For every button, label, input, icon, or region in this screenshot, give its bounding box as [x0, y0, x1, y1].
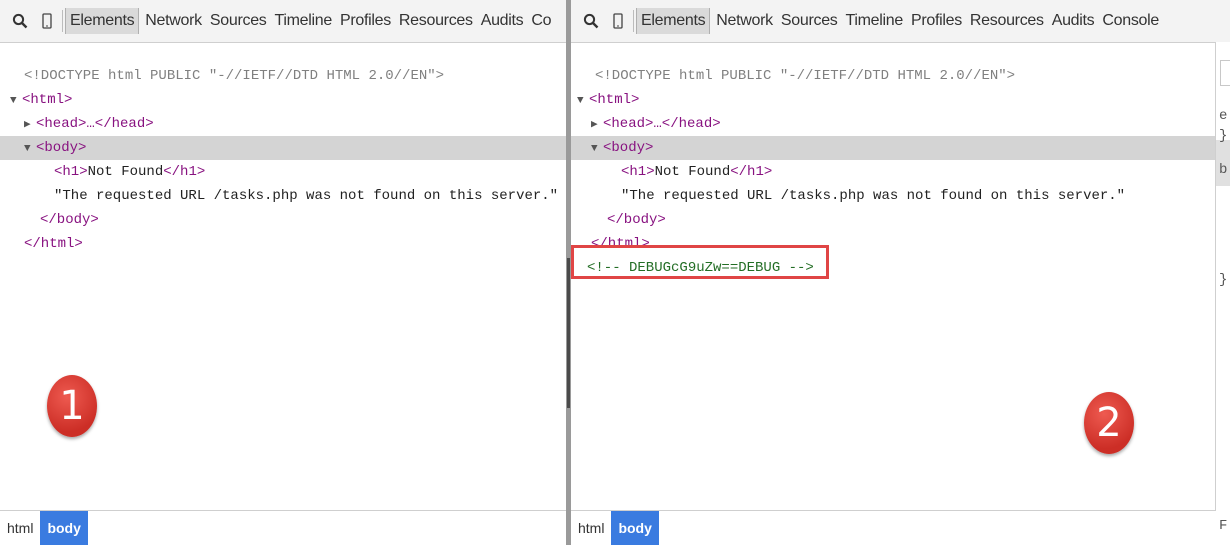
tab-audits[interactable]: Audits	[477, 8, 528, 34]
body-open-tag: <body>	[603, 140, 654, 156]
tab-sources[interactable]: Sources	[777, 8, 842, 34]
styles-text: F	[1219, 518, 1228, 534]
html-close-node[interactable]: </html>	[0, 232, 566, 256]
toolbar: Elements Network Sources Timeline Profil…	[0, 0, 566, 43]
h1-node[interactable]: <h1>Not Found</h1>	[571, 160, 1216, 184]
breadcrumb-body[interactable]: body	[40, 511, 88, 545]
html-node[interactable]: ▼ <html>	[0, 88, 566, 112]
h1-open-tag: <h1>	[54, 164, 88, 180]
head-node[interactable]: ▶ <head>…</head>	[571, 112, 1216, 136]
doctype-text: <!DOCTYPE html PUBLIC "-//IETF//DTD HTML…	[24, 68, 445, 84]
collapsed-triangle-icon[interactable]: ▶	[591, 113, 603, 137]
tab-profiles[interactable]: Profiles	[336, 8, 395, 34]
body-close-tag: </body>	[607, 212, 666, 228]
breadcrumb-html[interactable]: html	[0, 511, 40, 545]
h1-close-tag: </h1>	[730, 164, 773, 180]
collapsed-triangle-icon[interactable]: ▶	[24, 113, 36, 137]
expanded-triangle-icon[interactable]: ▼	[577, 89, 589, 113]
styles-text: b	[1219, 162, 1228, 178]
breadcrumb-bar: html body	[571, 510, 1216, 545]
toolbar: Elements Network Sources Timeline Profil…	[571, 0, 1230, 43]
body-node-selected[interactable]: ▼ <body>	[0, 136, 566, 160]
tab-elements[interactable]: Elements	[65, 8, 140, 34]
tab-network[interactable]: Network	[712, 8, 777, 34]
expanded-triangle-icon[interactable]: ▼	[24, 137, 36, 161]
breadcrumb-body[interactable]: body	[611, 511, 659, 545]
doctype-node[interactable]: <!DOCTYPE html PUBLIC "-//IETF//DTD HTML…	[571, 64, 1216, 88]
devtools-panel-2: Elements Network Sources Timeline Profil…	[571, 0, 1230, 545]
tab-network[interactable]: Network	[141, 8, 206, 34]
tab-bar: Elements Network Sources Timeline Profil…	[63, 0, 555, 42]
doctype-text: <!DOCTYPE html PUBLIC "-//IETF//DTD HTML…	[595, 68, 1016, 84]
expanded-triangle-icon[interactable]: ▼	[10, 89, 22, 113]
styles-filter-box[interactable]	[1220, 60, 1230, 86]
expanded-triangle-icon[interactable]: ▼	[591, 137, 603, 161]
h1-close-tag: </h1>	[163, 164, 206, 180]
text-node[interactable]: "The requested URL /tasks.php was not fo…	[571, 184, 1216, 208]
not-found-text: "The requested URL /tasks.php was not fo…	[54, 188, 559, 204]
html-open-tag: <html>	[589, 92, 640, 108]
device-mode-icon[interactable]	[42, 13, 52, 29]
tab-elements[interactable]: Elements	[636, 8, 711, 34]
html-open-tag: <html>	[22, 92, 73, 108]
tab-timeline[interactable]: Timeline	[271, 8, 336, 34]
html-close-tag: </html>	[24, 236, 83, 252]
h1-text: Not Found	[87, 164, 164, 180]
device-mode-icon[interactable]	[613, 13, 623, 29]
breadcrumb-bar: html body	[0, 510, 566, 545]
body-close-node[interactable]: </body>	[571, 208, 1216, 232]
tab-resources[interactable]: Resources	[966, 8, 1048, 34]
styles-text: }	[1219, 128, 1228, 144]
step-badge-1: 1	[47, 375, 97, 437]
body-close-node[interactable]: </body>	[0, 208, 566, 232]
tab-timeline[interactable]: Timeline	[842, 8, 907, 34]
search-icon[interactable]	[12, 13, 28, 29]
doctype-node[interactable]: <!DOCTYPE html PUBLIC "-//IETF//DTD HTML…	[0, 64, 566, 88]
styles-text: }	[1219, 272, 1228, 288]
body-open-tag: <body>	[36, 140, 87, 156]
not-found-text: "The requested URL /tasks.php was not fo…	[621, 188, 1126, 204]
tab-profiles[interactable]: Profiles	[907, 8, 966, 34]
h1-node[interactable]: <h1>Not Found</h1>	[0, 160, 566, 184]
divider-grip	[567, 258, 570, 408]
h1-text: Not Found	[654, 164, 731, 180]
html-node[interactable]: ▼ <html>	[571, 88, 1216, 112]
body-close-tag: </body>	[40, 212, 99, 228]
devtools-panel-1: Elements Network Sources Timeline Profil…	[0, 0, 566, 545]
tab-resources[interactable]: Resources	[395, 8, 477, 34]
head-node[interactable]: ▶ <head>…</head>	[0, 112, 566, 136]
step-badge-2: 2	[1084, 392, 1134, 454]
breadcrumb-html[interactable]: html	[571, 511, 611, 545]
tab-console[interactable]: Co	[527, 8, 555, 34]
body-node-selected[interactable]: ▼ <body>	[571, 136, 1216, 160]
styles-text: e	[1219, 108, 1228, 124]
tab-console[interactable]: Console	[1098, 8, 1163, 34]
tab-bar: Elements Network Sources Timeline Profil…	[634, 0, 1163, 42]
search-icon[interactable]	[583, 13, 599, 29]
text-node[interactable]: "The requested URL /tasks.php was not fo…	[0, 184, 566, 208]
styles-pane-strip: e } b } F	[1215, 42, 1230, 545]
debug-comment-highlight-box	[571, 245, 829, 279]
dom-tree: <!DOCTYPE html PUBLIC "-//IETF//DTD HTML…	[0, 64, 566, 256]
tab-audits[interactable]: Audits	[1048, 8, 1099, 34]
head-tag: <head>…</head>	[603, 116, 721, 132]
h1-open-tag: <h1>	[621, 164, 655, 180]
tab-sources[interactable]: Sources	[206, 8, 271, 34]
head-tag: <head>…</head>	[36, 116, 154, 132]
